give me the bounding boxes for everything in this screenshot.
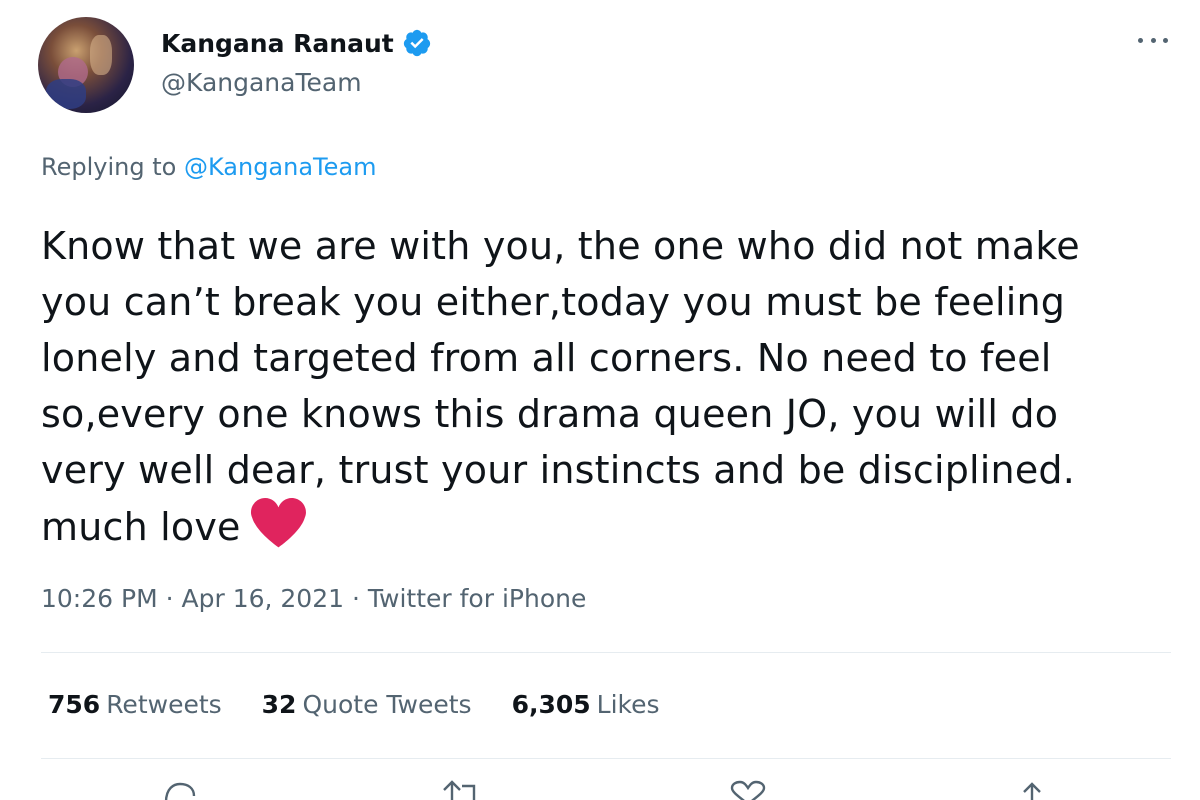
quote-tweets-stat[interactable]: 32 Quote Tweets	[262, 690, 472, 719]
retweets-label: Retweets	[106, 690, 222, 719]
tweet-stats: 756 Retweets 32 Quote Tweets 6,305 Likes	[48, 690, 660, 719]
retweets-count: 756	[48, 690, 101, 719]
tweet-text-last-line: much love	[41, 498, 1171, 555]
tweet-text-line: Know that we are with you, the one who d…	[41, 224, 1080, 268]
tweet-text-line: so,every one knows this drama queen JO, …	[41, 392, 1059, 436]
replying-to: Replying to @KanganaTeam	[41, 153, 376, 181]
tweet-source[interactable]: Twitter for iPhone	[368, 584, 586, 613]
divider	[41, 758, 1171, 759]
tweet-meta: 10:26 PM · Apr 16, 2021 · Twitter for iP…	[41, 584, 586, 613]
meta-separator: ·	[165, 584, 174, 613]
replying-to-prefix: Replying to	[41, 153, 177, 181]
red-heart-icon	[250, 498, 306, 548]
quote-tweets-count: 32	[261, 690, 297, 719]
tweet-time[interactable]: 10:26 PM	[41, 584, 158, 613]
replying-to-handle-link[interactable]: @KanganaTeam	[184, 153, 377, 181]
likes-label: Likes	[596, 690, 660, 719]
retweet-icon[interactable]	[440, 780, 480, 800]
share-icon[interactable]	[1012, 780, 1052, 800]
action-bar	[0, 780, 1200, 800]
reply-icon[interactable]	[160, 780, 200, 800]
meta-separator: ·	[351, 584, 360, 613]
divider	[41, 652, 1171, 653]
likes-count: 6,305	[511, 690, 591, 719]
tweet-text-line: lonely and targeted from all corners. No…	[41, 336, 1052, 380]
tweet-text-line: you can’t break you either,today you mus…	[41, 280, 1066, 324]
avatar[interactable]	[38, 17, 134, 113]
avatar-detail	[46, 79, 86, 109]
author-name-row: Kangana Ranaut	[161, 28, 432, 58]
like-icon[interactable]	[728, 780, 768, 800]
tweet-date[interactable]: Apr 16, 2021	[182, 584, 345, 613]
likes-stat[interactable]: 6,305 Likes	[512, 690, 660, 719]
tweet-text-line: much love	[41, 505, 241, 549]
author-display-name[interactable]: Kangana Ranaut	[161, 29, 394, 58]
tweet-text: Know that we are with you, the one who d…	[41, 218, 1171, 555]
tweet-card: Kangana Ranaut @KanganaTeam Replying to …	[0, 0, 1200, 800]
tweet-text-line: very well dear, trust your instincts and…	[41, 448, 1076, 492]
more-options-icon[interactable]	[1138, 30, 1168, 50]
avatar-detail	[90, 35, 112, 75]
quote-tweets-label: Quote Tweets	[302, 690, 472, 719]
retweets-stat[interactable]: 756 Retweets	[48, 690, 222, 719]
verified-badge-icon	[403, 29, 430, 57]
author-handle[interactable]: @KanganaTeam	[161, 68, 362, 97]
